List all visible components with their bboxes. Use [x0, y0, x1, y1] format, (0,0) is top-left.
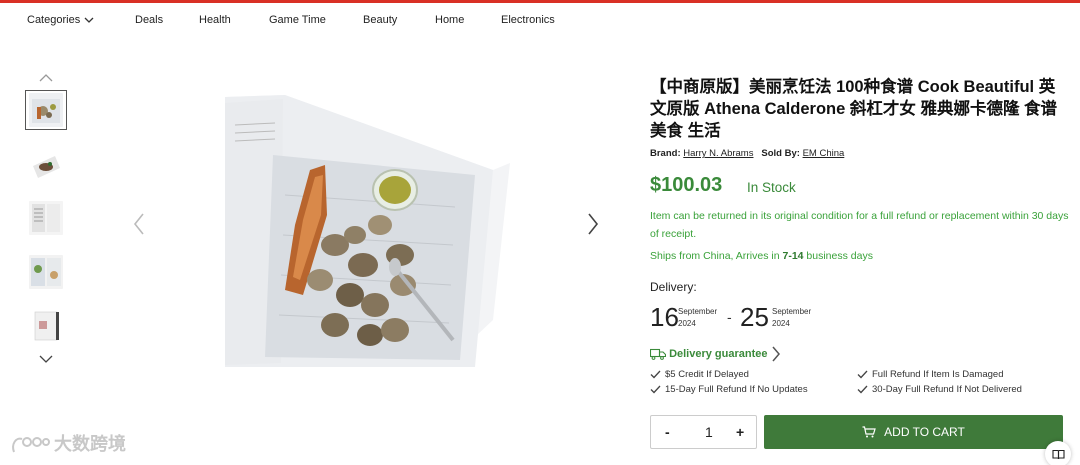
- watermark-logo-icon: [12, 437, 50, 453]
- delivery-from-month: September: [678, 307, 718, 316]
- delivery-guarantee-link[interactable]: Delivery guarantee: [649, 346, 781, 364]
- thumbnail-image: [29, 93, 63, 127]
- quantity-stepper: - 1 +: [650, 415, 757, 449]
- guarantee-bullet-4: 30-Day Full Refund If Not Delivered: [857, 384, 1022, 395]
- nav-categories-label: Categories: [27, 14, 81, 26]
- brand-line: Brand: Harry N. Abrams Sold By: EM China: [650, 148, 844, 159]
- nav-game-time[interactable]: Game Time: [269, 14, 326, 26]
- nav-home[interactable]: Home: [435, 14, 464, 26]
- quantity-increase-button[interactable]: +: [736, 424, 744, 440]
- chevron-down-icon[interactable]: [38, 353, 54, 365]
- chevron-right-icon: [771, 346, 780, 362]
- delivery-to-day: 25: [740, 302, 769, 332]
- delivery-from-day: 16: [650, 302, 679, 332]
- thumbnail-image: [29, 309, 63, 343]
- chevron-up-icon[interactable]: [38, 72, 54, 84]
- brand-link[interactable]: Harry N. Abrams: [683, 148, 753, 159]
- guarantee-bullet-text: Full Refund If Item Is Damaged: [872, 369, 1004, 380]
- delivery-to-meta: September 2024: [772, 306, 811, 330]
- reader-mode-button[interactable]: [1045, 441, 1071, 465]
- thumbnail-3[interactable]: [25, 198, 67, 238]
- delivery-from-meta: September 2024: [678, 306, 717, 330]
- ships-prefix: Ships from China, Arrives in: [650, 250, 780, 262]
- return-policy: Item can be returned in its original con…: [650, 210, 1069, 240]
- nav-beauty[interactable]: Beauty: [363, 14, 397, 26]
- nav-electronics[interactable]: Electronics: [501, 14, 555, 26]
- category-nav: Categories Deals Health Game Time Beauty…: [0, 3, 1080, 39]
- delivery-to-year: 2024: [772, 319, 790, 328]
- truck-icon: [649, 348, 667, 360]
- delivery-to-month: September: [772, 307, 812, 316]
- delivery-label: Delivery:: [650, 280, 697, 294]
- cookbook-photo: [225, 95, 510, 367]
- thumbnail-image: [29, 148, 63, 182]
- check-icon: [857, 385, 868, 394]
- guarantee-bullet-2: Full Refund If Item Is Damaged: [857, 369, 1003, 380]
- ships-days: 7-14: [782, 250, 804, 262]
- thumbnail-1[interactable]: [25, 90, 67, 130]
- add-to-cart-label: ADD TO CART: [884, 425, 965, 439]
- delivery-from-year: 2024: [678, 319, 696, 328]
- shipping-info: Ships from China, Arrives in 7-14 busine…: [650, 250, 873, 262]
- thumbnail-2[interactable]: [25, 145, 67, 185]
- quantity-decrease-button[interactable]: -: [665, 424, 670, 440]
- guarantee-bullet-text: $5 Credit If Delayed: [665, 369, 749, 380]
- guarantee-bullet-text: 30-Day Full Refund If Not Delivered: [872, 384, 1022, 395]
- thumbnail-5[interactable]: [25, 306, 67, 346]
- cart-icon: [862, 426, 876, 438]
- guarantee-bullet-1: $5 Credit If Delayed: [650, 369, 749, 380]
- seller-link[interactable]: EM China: [803, 148, 845, 159]
- guarantee-bullet-3: 15-Day Full Refund If No Updates: [650, 384, 808, 395]
- nav-categories[interactable]: Categories: [27, 14, 94, 26]
- delivery-separator: -: [727, 309, 732, 325]
- sold-by-label: Sold By:: [761, 148, 800, 159]
- nav-deals[interactable]: Deals: [135, 14, 163, 26]
- thumbnail-image: [29, 201, 63, 235]
- product-title: 【中商原版】美丽烹饪法 100种食谱 Cook Beautiful 英文原版 A…: [650, 78, 1058, 140]
- check-icon: [650, 370, 661, 379]
- watermark-text: 大数跨境: [54, 434, 126, 454]
- delivery-guarantee-label: Delivery guarantee: [669, 347, 768, 360]
- main-product-image: [225, 95, 510, 367]
- watermark: 大数跨境: [10, 430, 126, 456]
- thumbnail-4[interactable]: [25, 252, 67, 292]
- nav-health[interactable]: Health: [199, 14, 231, 26]
- thumbnail-strip: [25, 70, 69, 370]
- check-icon: [857, 370, 868, 379]
- add-to-cart-button[interactable]: ADD TO CART: [764, 415, 1063, 449]
- brand-label: Brand:: [650, 148, 681, 159]
- ships-suffix: business days: [806, 250, 873, 262]
- reader-icon: [1051, 449, 1065, 459]
- check-icon: [650, 385, 661, 394]
- guarantee-bullet-text: 15-Day Full Refund If No Updates: [665, 384, 808, 395]
- product-price: $100.03: [650, 174, 723, 196]
- chevron-down-icon: [84, 17, 94, 23]
- stock-status: In Stock: [747, 180, 796, 195]
- thumbnail-image: [29, 255, 63, 289]
- quantity-value[interactable]: 1: [705, 424, 713, 440]
- chevron-left-icon[interactable]: [130, 210, 148, 238]
- chevron-right-icon[interactable]: [584, 210, 602, 238]
